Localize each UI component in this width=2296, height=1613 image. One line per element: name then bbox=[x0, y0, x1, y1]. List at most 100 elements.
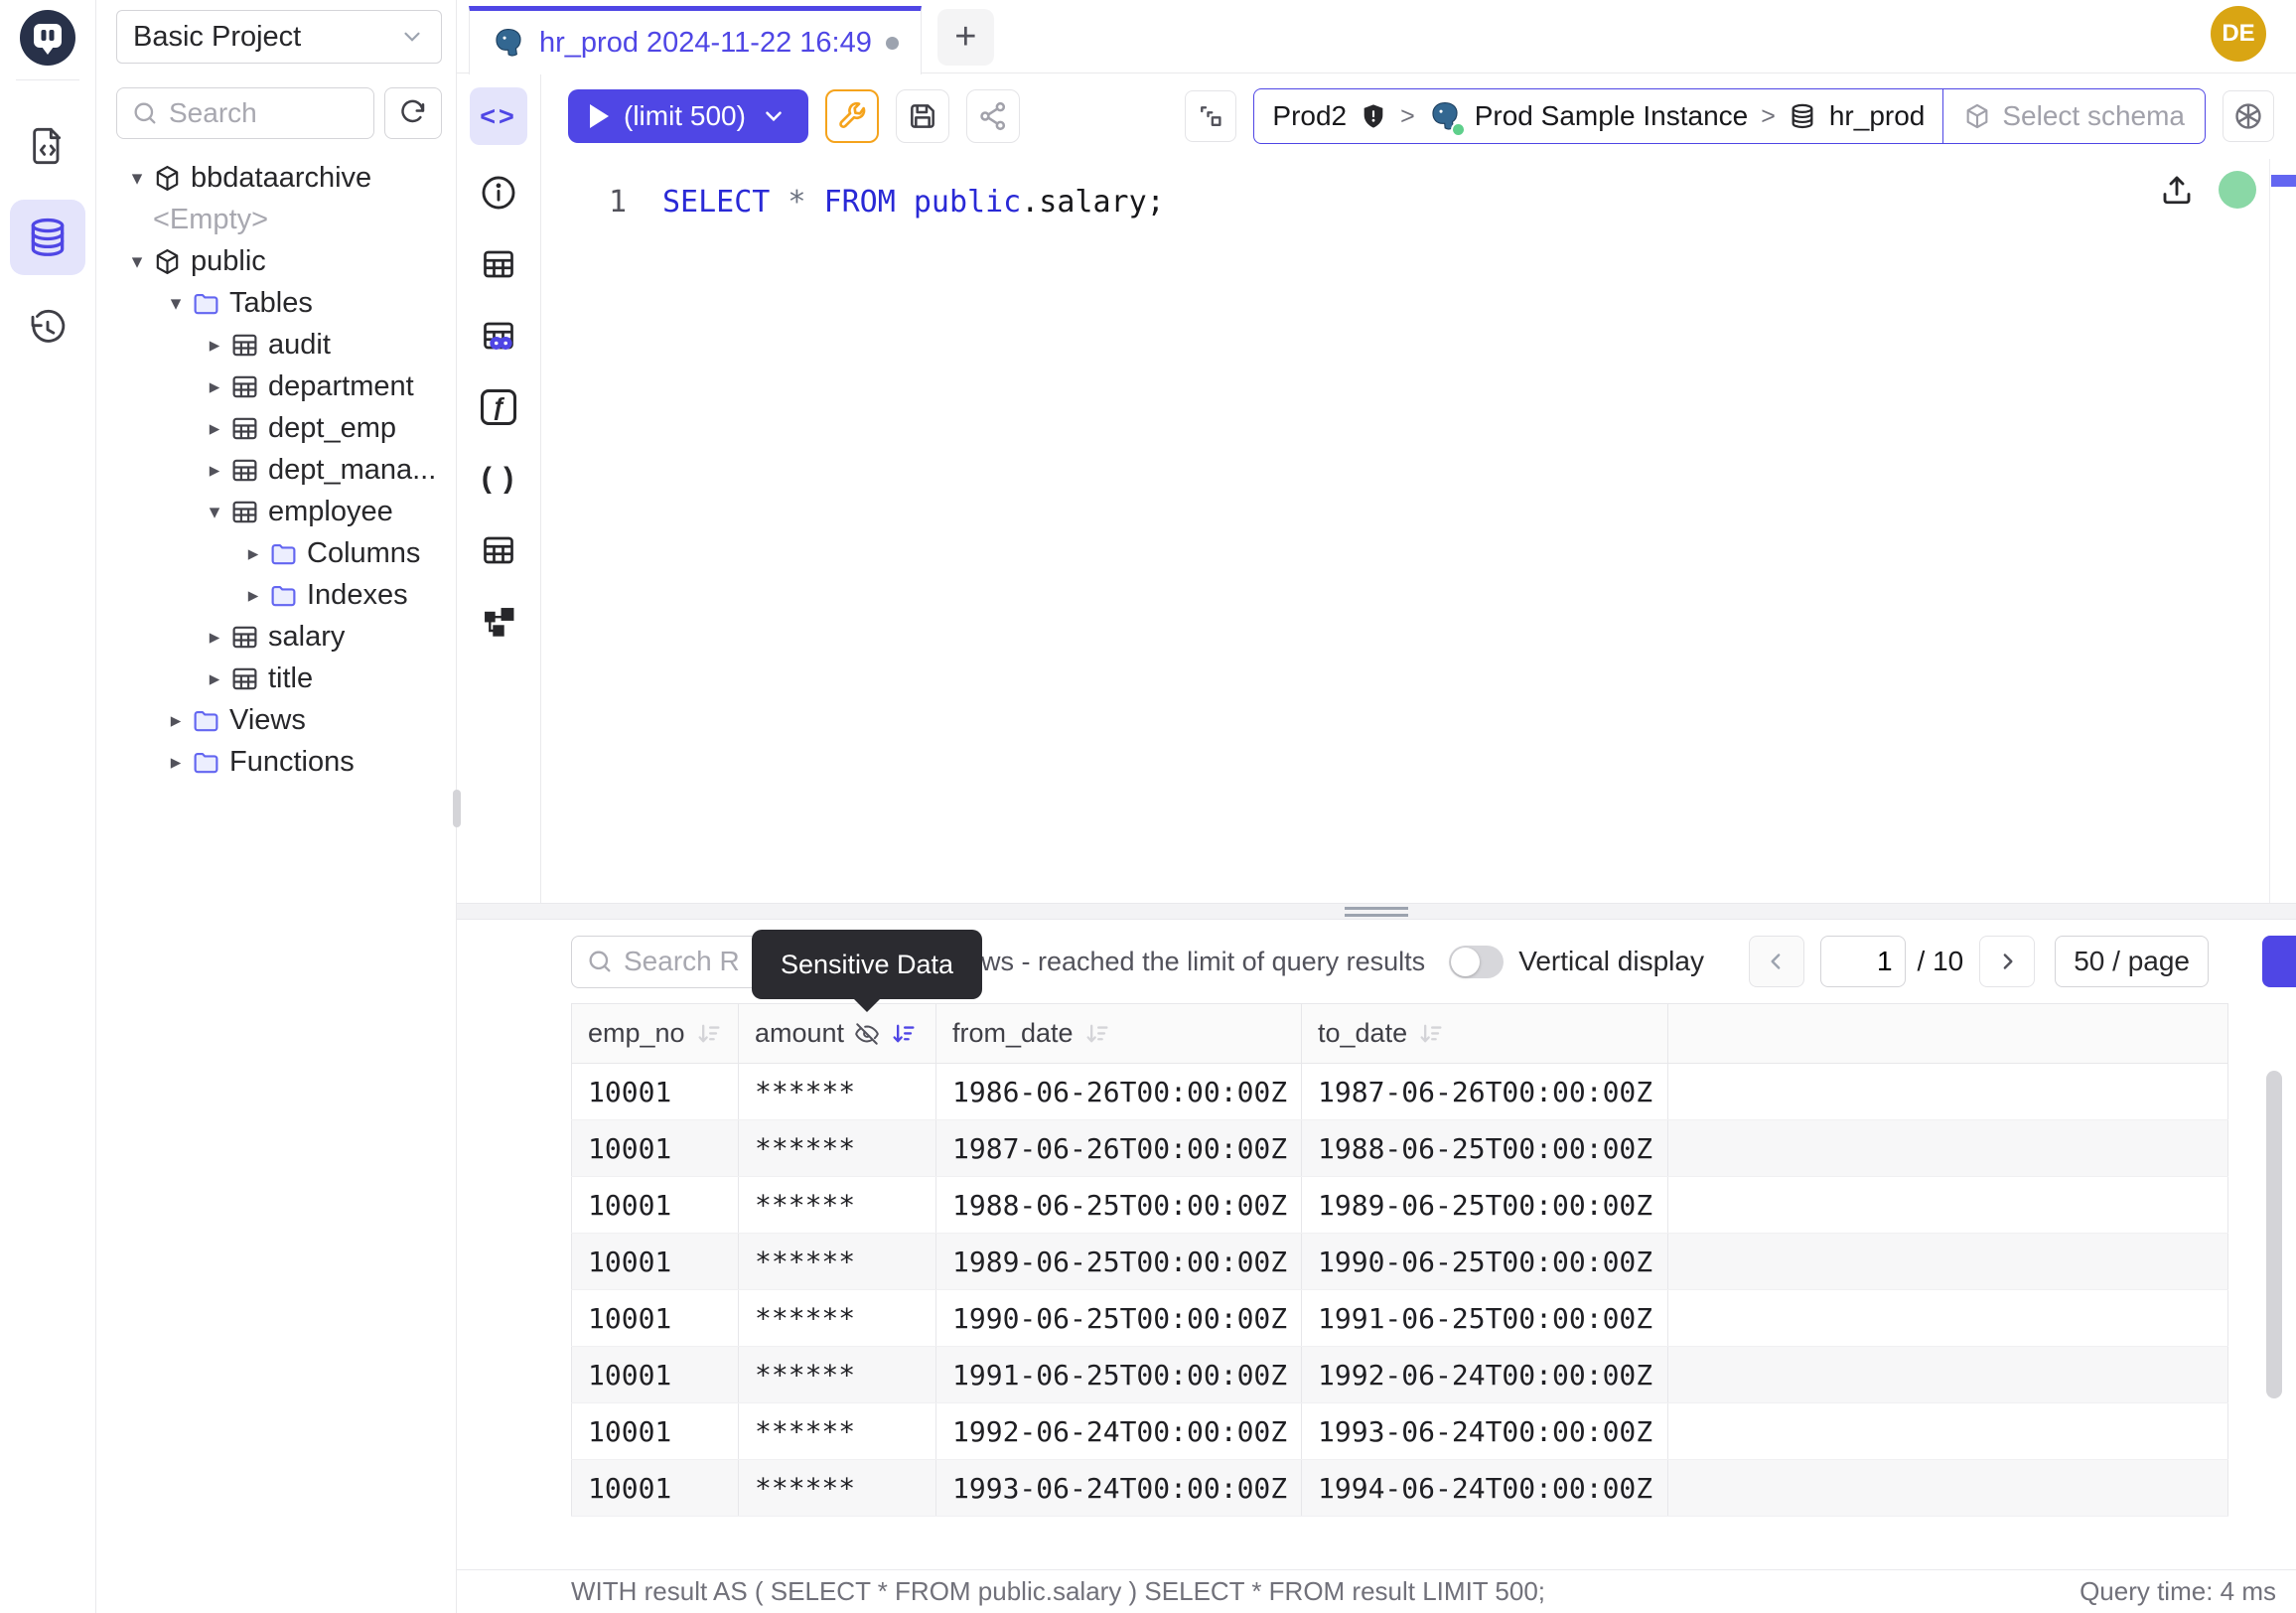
tree-item-salary[interactable]: ▸salary bbox=[116, 616, 442, 658]
sort-icon[interactable] bbox=[890, 1020, 918, 1048]
tree-item-label: bbdataarchive bbox=[191, 162, 371, 195]
tab-hr-prod[interactable]: hr_prod 2024-11-22 16:49 bbox=[469, 6, 922, 74]
results-header-row: emp_no amount from_dateto_date bbox=[572, 1004, 2228, 1064]
caret-down-icon[interactable]: ▾ bbox=[160, 291, 192, 316]
external-tables-button[interactable] bbox=[481, 316, 516, 356]
column-header-to_date[interactable]: to_date bbox=[1302, 1004, 1668, 1064]
caret-right-icon[interactable]: ▸ bbox=[199, 416, 230, 441]
procedures-button[interactable]: ( ) bbox=[482, 459, 515, 499]
sidebar-resize-handle[interactable] bbox=[453, 790, 461, 827]
connection-selector[interactable]: Prod2 > Prod Sample Instance > hr_prod bbox=[1254, 89, 1942, 143]
tables-button[interactable] bbox=[481, 244, 516, 284]
tooltip-text: Sensitive Data bbox=[781, 950, 953, 980]
sort-icon[interactable] bbox=[1417, 1020, 1445, 1048]
temp-tables-button[interactable] bbox=[481, 530, 516, 570]
sidebar-search[interactable] bbox=[116, 87, 374, 139]
new-tab-button[interactable]: + bbox=[937, 9, 994, 66]
tree-item-dept-mana[interactable]: ▸ dept_mana... bbox=[116, 449, 442, 491]
tree-item-employee[interactable]: ▾employee bbox=[116, 491, 442, 532]
sidebar-search-input[interactable] bbox=[169, 97, 359, 129]
tree-item-department[interactable]: ▸department bbox=[116, 366, 442, 407]
rail-item-databases[interactable] bbox=[10, 200, 85, 275]
caret-right-icon[interactable]: ▸ bbox=[160, 750, 192, 775]
table-icon bbox=[230, 664, 259, 693]
tree-item-dept-emp[interactable]: ▸dept_emp bbox=[116, 407, 442, 449]
caret-right-icon[interactable]: ▸ bbox=[199, 666, 230, 691]
functions-button[interactable]: ƒ bbox=[481, 387, 516, 427]
info-button[interactable] bbox=[480, 173, 517, 213]
results-scrollbar[interactable] bbox=[2266, 1071, 2282, 1398]
next-page-button[interactable] bbox=[1979, 936, 2035, 987]
sort-icon[interactable] bbox=[1083, 1020, 1111, 1048]
table-icon bbox=[230, 498, 259, 526]
panel-splitter[interactable] bbox=[457, 903, 2296, 920]
sql-editor[interactable]: 1 SELECT * FROM public.salary; bbox=[541, 159, 2296, 903]
refresh-button[interactable] bbox=[384, 87, 442, 139]
column-header-amount[interactable]: amount bbox=[739, 1004, 936, 1064]
tree-item-title[interactable]: ▸title bbox=[116, 658, 442, 699]
prev-page-button[interactable] bbox=[1749, 936, 1804, 987]
tree-item-tables[interactable]: ▾Tables bbox=[116, 282, 442, 324]
avatar[interactable]: DE bbox=[2211, 6, 2266, 62]
column-label: emp_no bbox=[588, 1018, 685, 1049]
caret-down-icon[interactable]: ▾ bbox=[121, 249, 153, 274]
table-icon bbox=[230, 456, 259, 485]
database-icon bbox=[1789, 102, 1816, 130]
ruler-mark bbox=[2271, 175, 2296, 187]
code-token-keyword: FROM bbox=[824, 185, 896, 220]
column-header-from_date[interactable]: from_date bbox=[936, 1004, 1302, 1064]
rail-item-history[interactable] bbox=[10, 291, 85, 367]
caret-down-icon[interactable]: ▾ bbox=[199, 500, 230, 524]
tree-item-views[interactable]: ▸Views bbox=[116, 699, 442, 741]
tree-item-label: Columns bbox=[307, 537, 420, 570]
run-query-button[interactable]: (limit 500) bbox=[568, 89, 808, 143]
tree-item-empty[interactable]: <Empty> bbox=[116, 199, 442, 240]
project-selector[interactable]: Basic Project bbox=[116, 10, 442, 64]
editor-column: (limit 500) Prod2 > bbox=[541, 73, 2296, 903]
column-header-emp_no[interactable]: emp_no bbox=[572, 1004, 739, 1064]
instance-label: Prod Sample Instance bbox=[1475, 100, 1749, 132]
save-button[interactable] bbox=[896, 89, 949, 143]
caret-right-icon[interactable]: ▸ bbox=[237, 583, 269, 608]
tree-item-audit[interactable]: ▸audit bbox=[116, 324, 442, 366]
bytebase-logo[interactable] bbox=[20, 10, 75, 66]
page-size-select[interactable]: 50 / page bbox=[2055, 936, 2209, 987]
caret-right-icon[interactable]: ▸ bbox=[199, 625, 230, 650]
share-button[interactable] bbox=[966, 89, 1020, 143]
tree-item-columns[interactable]: ▸ Columns bbox=[116, 532, 442, 574]
share-icon bbox=[977, 100, 1009, 132]
rail-item-worksheets[interactable] bbox=[10, 108, 85, 184]
page-number-input[interactable] bbox=[1820, 936, 1906, 987]
schema-diagram-button[interactable] bbox=[481, 602, 516, 642]
tree-item-indexes[interactable]: ▸Indexes bbox=[116, 574, 442, 616]
tree-item-label: dept_mana... bbox=[268, 454, 436, 487]
caret-right-icon[interactable]: ▸ bbox=[199, 333, 230, 358]
cell-amount: ****** bbox=[739, 1177, 936, 1234]
batch-query-button[interactable] bbox=[1185, 90, 1236, 142]
cell-from_date: 1989-06-25T00:00:00Z bbox=[936, 1234, 1302, 1290]
tree-item-bbdataarchive[interactable]: ▾ bbdataarchive bbox=[116, 157, 442, 199]
ai-assistant-button[interactable] bbox=[2223, 90, 2274, 142]
sort-icon[interactable] bbox=[695, 1020, 723, 1048]
caret-down-icon[interactable]: ▾ bbox=[121, 166, 153, 191]
cell-amount: ****** bbox=[739, 1234, 936, 1290]
schema-selector[interactable]: Select schema bbox=[1942, 89, 2205, 143]
caret-right-icon[interactable]: ▸ bbox=[160, 708, 192, 733]
upload-icon[interactable] bbox=[2159, 172, 2195, 208]
code-panel-toggle[interactable]: <> bbox=[470, 87, 527, 145]
column-label: amount bbox=[755, 1018, 844, 1049]
export-button-partial[interactable] bbox=[2262, 936, 2296, 987]
caret-right-icon[interactable]: ▸ bbox=[199, 374, 230, 399]
folder-icon bbox=[269, 581, 298, 610]
folder-icon bbox=[269, 539, 298, 568]
format-sql-button[interactable] bbox=[825, 89, 879, 143]
tree-item-public[interactable]: ▾public bbox=[116, 240, 442, 282]
tree-item-functions[interactable]: ▸Functions bbox=[116, 741, 442, 783]
cell-to_date: 1994-06-24T00:00:00Z bbox=[1302, 1460, 1668, 1517]
caret-right-icon[interactable]: ▸ bbox=[237, 541, 269, 566]
editor-overview-ruler[interactable] bbox=[2269, 159, 2296, 903]
vertical-display-toggle[interactable] bbox=[1449, 946, 1504, 978]
caret-right-icon[interactable]: ▸ bbox=[199, 458, 230, 483]
cell-emp_no: 10001 bbox=[572, 1177, 739, 1234]
table-row: 10001******1986-06-26T00:00:00Z1987-06-2… bbox=[572, 1064, 2228, 1120]
